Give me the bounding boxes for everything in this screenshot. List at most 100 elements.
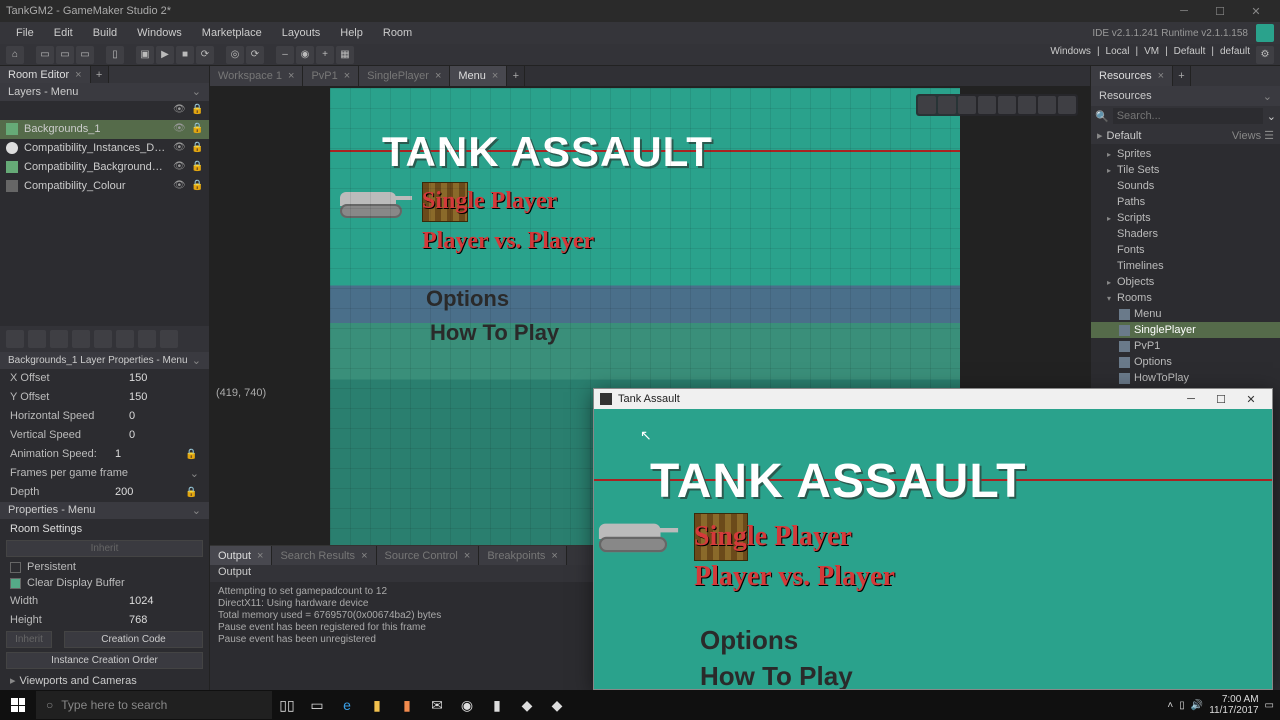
new-instance-layer-button[interactable] [6,330,24,348]
new-folder-button[interactable] [116,330,134,348]
edge-icon[interactable]: e [332,690,362,720]
persistent-checkbox[interactable]: Persistent [0,559,209,575]
depth-value[interactable]: 200 [115,486,185,498]
target-windows[interactable]: Windows [1050,46,1091,64]
clear-buffer-checkbox[interactable]: Clear Display Buffer [0,575,209,591]
room-editor-tab[interactable]: Room Editor× [0,66,91,83]
taskview-button[interactable]: ▭ [302,690,332,720]
taskbar-search[interactable]: ○Type here to search [36,691,272,719]
instance-order-button[interactable]: Instance Creation Order [6,652,203,669]
menu-option-options[interactable]: Options [700,625,798,656]
room-howtoplay[interactable]: HowToPlay [1091,370,1280,386]
lock-icon[interactable]: 🔒 [185,487,199,498]
height-value[interactable]: 768 [129,614,199,626]
minimize-button[interactable]: ─ [1166,0,1202,22]
explorer-icon[interactable]: ▮ [362,690,392,720]
close-button[interactable]: ✕ [1238,0,1274,22]
new-project-button[interactable]: ▭ [36,46,54,64]
inherit-button-2[interactable]: Inherit [6,631,52,648]
inherit-button[interactable]: Inherit [6,540,203,557]
width-value[interactable]: 1024 [129,595,199,607]
menu-option-single[interactable]: Single Player [422,188,557,215]
layers-header[interactable]: Layers - Menu⌄ [0,83,209,100]
folder-rooms[interactable]: ▾Rooms [1091,290,1280,306]
zoom-reset-button[interactable]: ◉ [296,46,314,64]
chrome-icon[interactable]: ◉ [452,690,482,720]
action-center-icon[interactable]: ▭ [1265,700,1274,711]
grid-toggle-button[interactable] [918,96,936,114]
resources-header[interactable]: Resources⌄ [1091,86,1280,106]
run-button[interactable]: ▶ [156,46,174,64]
folder-sprites[interactable]: ▸Sprites [1091,146,1280,162]
chevron-down-icon[interactable]: ⌄ [1267,110,1276,123]
debug-button[interactable]: ▣ [136,46,154,64]
fullscreen-button[interactable] [998,96,1016,114]
menu-windows[interactable]: Windows [127,24,192,42]
menu-build[interactable]: Build [83,24,127,42]
resources-search-input[interactable] [1113,108,1263,124]
folder-shaders[interactable]: Shaders [1091,226,1280,242]
layer-backgrounds-1[interactable]: Backgrounds_1👁🔒 [0,120,209,139]
room-pvp1[interactable]: PvP1 [1091,338,1280,354]
target-vm[interactable]: VM [1144,46,1159,64]
zoom-in-button[interactable] [978,96,996,114]
new-bg-layer-button[interactable] [28,330,46,348]
tab-search-results[interactable]: Search Results× [272,546,376,565]
folder-paths[interactable]: Paths [1091,194,1280,210]
game-window-titlebar[interactable]: Tank Assault ─ ☐ ✕ [594,389,1272,409]
target-local[interactable]: Local [1106,46,1130,64]
menu-room[interactable]: Room [373,24,422,42]
add-tab-button[interactable]: + [91,66,109,83]
game-maximize-button[interactable]: ☐ [1206,389,1236,409]
folder-tilesets[interactable]: ▸Tile Sets [1091,162,1280,178]
start-button[interactable] [0,690,36,720]
folder-sounds[interactable]: Sounds [1091,178,1280,194]
tab-output[interactable]: Output× [210,546,272,565]
layers-button[interactable] [1058,96,1076,114]
layer-props-header[interactable]: Backgrounds_1 Layer Properties - Menu⌄ [0,352,209,369]
target-config[interactable]: Default [1174,46,1206,64]
sync-icon[interactable]: ⟳ [246,46,264,64]
menu-option-single[interactable]: Single Player [694,521,852,553]
folder-objects[interactable]: ▸Objects [1091,274,1280,290]
clean-button[interactable]: ⟳ [196,46,214,64]
game-runtime-window[interactable]: Tank Assault ─ ☐ ✕ TANK ASSAULT Single P… [593,388,1273,690]
tab-menu[interactable]: Menu× [450,66,507,86]
target-icon[interactable]: ◎ [226,46,244,64]
stop-button[interactable]: ■ [176,46,194,64]
room-props-header[interactable]: Properties - Menu⌄ [0,502,209,519]
new-path-layer-button[interactable] [72,330,90,348]
new-asset-layer-button[interactable] [94,330,112,348]
vspeed-value[interactable]: 0 [129,429,199,441]
xoffset-value[interactable]: 150 [129,372,199,384]
add-doc-tab-button[interactable]: + [507,66,525,86]
game-minimize-button[interactable]: ─ [1176,389,1206,409]
gms-icon[interactable]: ◆ [512,690,542,720]
zoom-in-button[interactable]: + [316,46,334,64]
menu-option-pvp[interactable]: Player vs. Player [422,228,594,255]
resources-tab[interactable]: Resources× [1091,66,1173,86]
tab-workspace1[interactable]: Workspace 1× [210,66,303,86]
tray-volume-icon[interactable]: 🔊 [1191,700,1203,711]
tab-source-control[interactable]: Source Control× [377,546,480,565]
home-button[interactable]: ⌂ [6,46,24,64]
resources-view-row[interactable]: ▸Default Views ☰ [1091,126,1280,144]
anim-value[interactable]: 1 [115,448,185,460]
menu-edit[interactable]: Edit [44,24,83,42]
yoffset-value[interactable]: 150 [129,391,199,403]
center-button[interactable] [1018,96,1036,114]
maximize-button[interactable]: ☐ [1202,0,1238,22]
create-exe-button[interactable]: ▯ [106,46,124,64]
expand-button[interactable]: ▦ [336,46,354,64]
zoom-reset-button[interactable] [958,96,976,114]
lock-icon[interactable]: 🔒 [185,449,199,460]
game-viewport[interactable]: TANK ASSAULT Single Player Player vs. Pl… [594,409,1272,689]
eye-icon[interactable]: 👁 [173,104,185,116]
menu-option-howto[interactable]: How To Play [700,661,853,689]
lock-icon[interactable]: 🔒 [191,104,203,116]
hspeed-value[interactable]: 0 [129,410,199,422]
app-icon-2[interactable]: ◆ [542,690,572,720]
frames-per-gf-select[interactable]: Frames per game frame [10,467,190,479]
layer-compat-instances[interactable]: Compatibility_Instances_Depth_0👁🔒 [0,139,209,158]
menu-help[interactable]: Help [330,24,373,42]
